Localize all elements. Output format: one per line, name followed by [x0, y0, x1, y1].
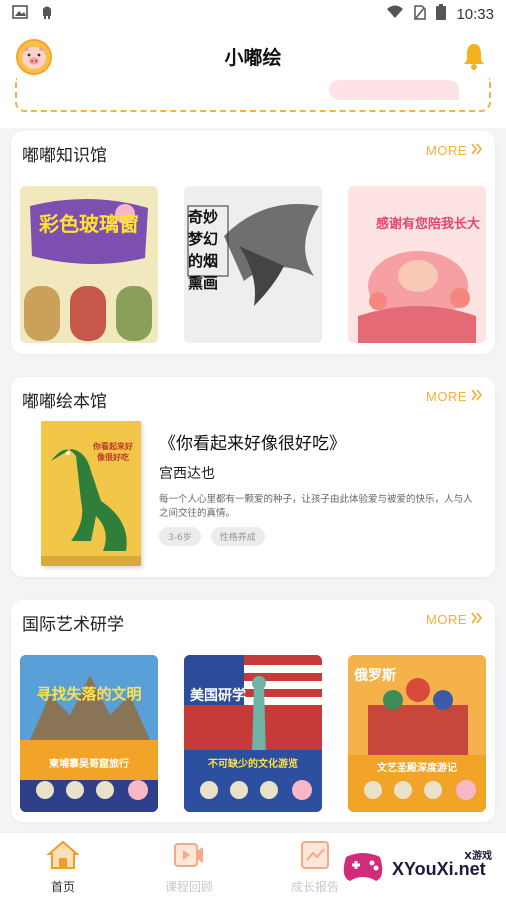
- tag-badge: 性格养成: [210, 527, 265, 546]
- android-icon: [40, 4, 54, 24]
- course-card[interactable]: 彩色玻璃窗: [20, 186, 158, 343]
- no-sim-icon: [414, 4, 427, 24]
- cover-caption: 柬埔寨吴哥窟旅行: [49, 759, 129, 770]
- knowledge-list: 彩色玻璃窗 奇妙梦幻的烟熏画 感谢有您陪我长大: [20, 186, 486, 343]
- nav-label: 课程回顾: [164, 880, 213, 894]
- trip-card[interactable]: 俄罗斯 文艺圣殿深度游记: [348, 655, 486, 812]
- cover-text: 俄罗斯: [354, 668, 396, 684]
- gamepad-logo-icon: [340, 847, 386, 891]
- app-header: 小嘟绘: [0, 28, 506, 84]
- art-list: 寻找失落的文明 柬埔寨吴哥窟旅行 美国研学 不可缺少的文化游览 俄罗斯 文艺圣殿…: [20, 655, 486, 812]
- book-title[interactable]: 《你看起来好像很好吃》: [159, 429, 346, 454]
- status-bar: 10:33: [0, 0, 506, 28]
- double-chevron-icon: [471, 389, 483, 404]
- double-chevron-icon: [471, 143, 483, 158]
- knowledge-section: 嘟嘟知识馆 MORE 彩色玻璃窗 奇妙梦幻的烟熏画 感谢有您陪我长大: [11, 131, 495, 354]
- book-description: 每一个人心里都有一颗爱的种子，让孩子由此体验爱与被爱的快乐，人与人之间交往的真情…: [159, 494, 473, 519]
- course-card[interactable]: 感谢有您陪我长大: [348, 186, 486, 343]
- nav-home[interactable]: 首页: [18, 839, 108, 895]
- bottom-nav: 首页 课程回顾 成长报告 XYouXi.net X游戏: [0, 832, 506, 900]
- trip-cover-image: [20, 655, 158, 812]
- nav-courses[interactable]: 课程回顾: [144, 839, 234, 895]
- cover-text: 感谢有您陪我长大: [375, 217, 480, 232]
- cover-text: 寻找失落的文明: [36, 685, 142, 703]
- wifi-icon: [386, 5, 404, 23]
- pig-avatar-icon[interactable]: [16, 39, 52, 75]
- cover-text: 奇妙梦幻的烟熏画: [188, 208, 219, 292]
- art-section: 国际艺术研学 MORE 寻找失落的文明 柬埔寨吴哥窟旅行 美国研学 不可缺少的文…: [11, 600, 495, 822]
- nav-label: 首页: [50, 880, 75, 894]
- bell-icon[interactable]: [462, 42, 486, 74]
- more-label: MORE: [426, 612, 467, 627]
- page-title: 小嘟绘: [224, 46, 282, 69]
- more-label: MORE: [426, 389, 467, 404]
- tag-badge: 3-6岁: [159, 527, 201, 546]
- double-chevron-icon: [471, 612, 483, 627]
- watermark-small-text: X游戏: [464, 851, 492, 862]
- more-link[interactable]: MORE: [426, 143, 483, 158]
- book-tags: 3-6岁 性格养成: [159, 527, 265, 546]
- banner[interactable]: [15, 78, 491, 112]
- course-cover-image: [348, 186, 486, 343]
- more-link[interactable]: MORE: [426, 389, 483, 404]
- book-cover[interactable]: 你看起来好像很好吃: [41, 421, 141, 566]
- trip-card[interactable]: 寻找失落的文明 柬埔寨吴哥窟旅行: [20, 655, 158, 812]
- watermark: XYouXi.net X游戏: [340, 843, 500, 895]
- trip-cover-image: [184, 655, 322, 812]
- video-icon: [144, 839, 234, 874]
- picturebook-section: 嘟嘟绘本馆 MORE 你看起来好像很好吃 《你看起来好像很好吃》 宫西达也 每一…: [11, 377, 495, 577]
- battery-icon: [436, 4, 447, 24]
- banner-decoration: [329, 80, 459, 100]
- section-title: 嘟嘟绘本馆: [22, 392, 107, 412]
- trip-card[interactable]: 美国研学 不可缺少的文化游览: [184, 655, 322, 812]
- nav-label: 成长报告: [290, 880, 339, 894]
- course-card[interactable]: 奇妙梦幻的烟熏画: [184, 186, 322, 343]
- image-icon: [12, 5, 28, 23]
- book-author: 宫西达也: [159, 466, 215, 482]
- status-time: 10:33: [456, 5, 494, 23]
- section-title: 嘟嘟知识馆: [22, 146, 107, 166]
- cover-text: 彩色玻璃窗: [39, 212, 139, 236]
- more-label: MORE: [426, 143, 467, 158]
- cover-text: 美国研学: [190, 688, 246, 704]
- book-cover-text: 你看起来好像很好吃: [93, 442, 133, 462]
- home-icon: [18, 839, 108, 874]
- cover-caption: 文艺圣殿深度游记: [377, 763, 457, 774]
- cover-caption: 不可缺少的文化游览: [208, 759, 298, 770]
- section-title: 国际艺术研学: [22, 615, 124, 635]
- more-link[interactable]: MORE: [426, 612, 483, 627]
- banner-area: [0, 78, 506, 128]
